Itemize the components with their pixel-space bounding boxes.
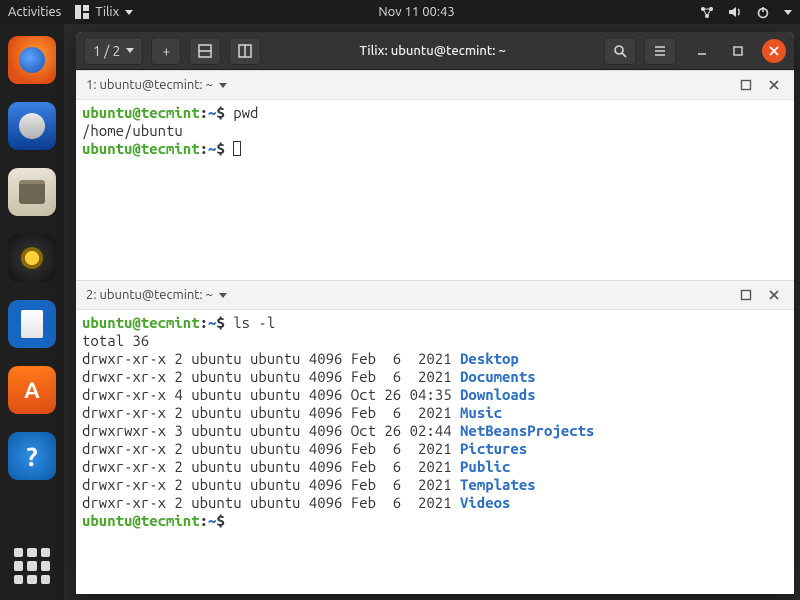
search-icon [613, 44, 627, 58]
terminal-pane-1: 1: ubuntu@tecmint: ~ ubuntu@tecmint:~$ p… [76, 70, 794, 280]
chevron-down-icon[interactable] [219, 83, 227, 88]
dock [0, 24, 64, 600]
minimize-button[interactable] [690, 39, 714, 63]
chevron-down-icon [126, 48, 134, 53]
activities-button[interactable]: Activities [8, 5, 61, 19]
close-button[interactable] [762, 39, 786, 63]
split-down-button[interactable] [189, 37, 221, 65]
network-icon[interactable] [700, 5, 714, 19]
dock-rhythmbox[interactable] [8, 234, 56, 282]
plus-icon: + [162, 43, 170, 59]
terminal-1[interactable]: ubuntu@tecmint:~$ pwd /home/ubuntu ubunt… [76, 100, 794, 280]
chevron-down-icon [125, 10, 133, 15]
window-title: Tilix: ubuntu@tecmint: ~ [269, 44, 596, 58]
chevron-down-icon[interactable] [219, 293, 227, 298]
search-button[interactable] [604, 37, 636, 65]
pane1-title: 1: ubuntu@tecmint: ~ [86, 78, 213, 92]
panes-container: 1: ubuntu@tecmint: ~ ubuntu@tecmint:~$ p… [76, 70, 794, 594]
pane2-maximize-button[interactable] [736, 285, 756, 305]
app-menu-label: Tilix [95, 5, 119, 19]
pane2-titlebar: 2: ubuntu@tecmint: ~ [76, 280, 794, 310]
power-icon[interactable] [756, 5, 770, 19]
hamburger-icon [653, 44, 667, 58]
split-right-button[interactable] [229, 37, 261, 65]
pane2-title: 2: ubuntu@tecmint: ~ [86, 288, 213, 302]
pane1-maximize-button[interactable] [736, 75, 756, 95]
dock-ubuntu-software[interactable] [8, 366, 56, 414]
show-applications-button[interactable] [14, 548, 50, 584]
volume-icon[interactable] [728, 5, 742, 19]
session-switcher-label: 1 / 2 [93, 43, 120, 59]
terminal-2[interactable]: ubuntu@tecmint:~$ ls -l total 36 drwxr-x… [76, 310, 794, 594]
dock-firefox[interactable] [8, 36, 56, 84]
close-icon [768, 45, 780, 57]
session-switcher[interactable]: 1 / 2 [84, 37, 143, 65]
dock-files[interactable] [8, 168, 56, 216]
tilix-icon [75, 5, 89, 19]
cursor [233, 141, 241, 156]
pane2-close-button[interactable] [764, 285, 784, 305]
clock[interactable]: Nov 11 00:43 [378, 5, 454, 19]
tilix-window: 1 / 2 + Tilix: ubuntu@tecmint: ~ [76, 32, 794, 594]
gnome-topbar: Activities Tilix Nov 11 00:43 [0, 0, 800, 24]
dock-help[interactable] [8, 432, 56, 480]
dock-libreoffice-writer[interactable] [8, 300, 56, 348]
pane1-close-button[interactable] [764, 75, 784, 95]
app-menu[interactable]: Tilix [75, 5, 133, 19]
maximize-button[interactable] [726, 39, 750, 63]
new-session-button[interactable]: + [151, 37, 181, 65]
system-menu-chevron-icon[interactable] [784, 10, 792, 15]
headerbar: 1 / 2 + Tilix: ubuntu@tecmint: ~ [76, 32, 794, 70]
dock-thunderbird[interactable] [8, 102, 56, 150]
pane1-titlebar: 1: ubuntu@tecmint: ~ [76, 70, 794, 100]
hamburger-menu-button[interactable] [644, 37, 676, 65]
terminal-pane-2: 2: ubuntu@tecmint: ~ ubuntu@tecmint:~$ l… [76, 280, 794, 594]
